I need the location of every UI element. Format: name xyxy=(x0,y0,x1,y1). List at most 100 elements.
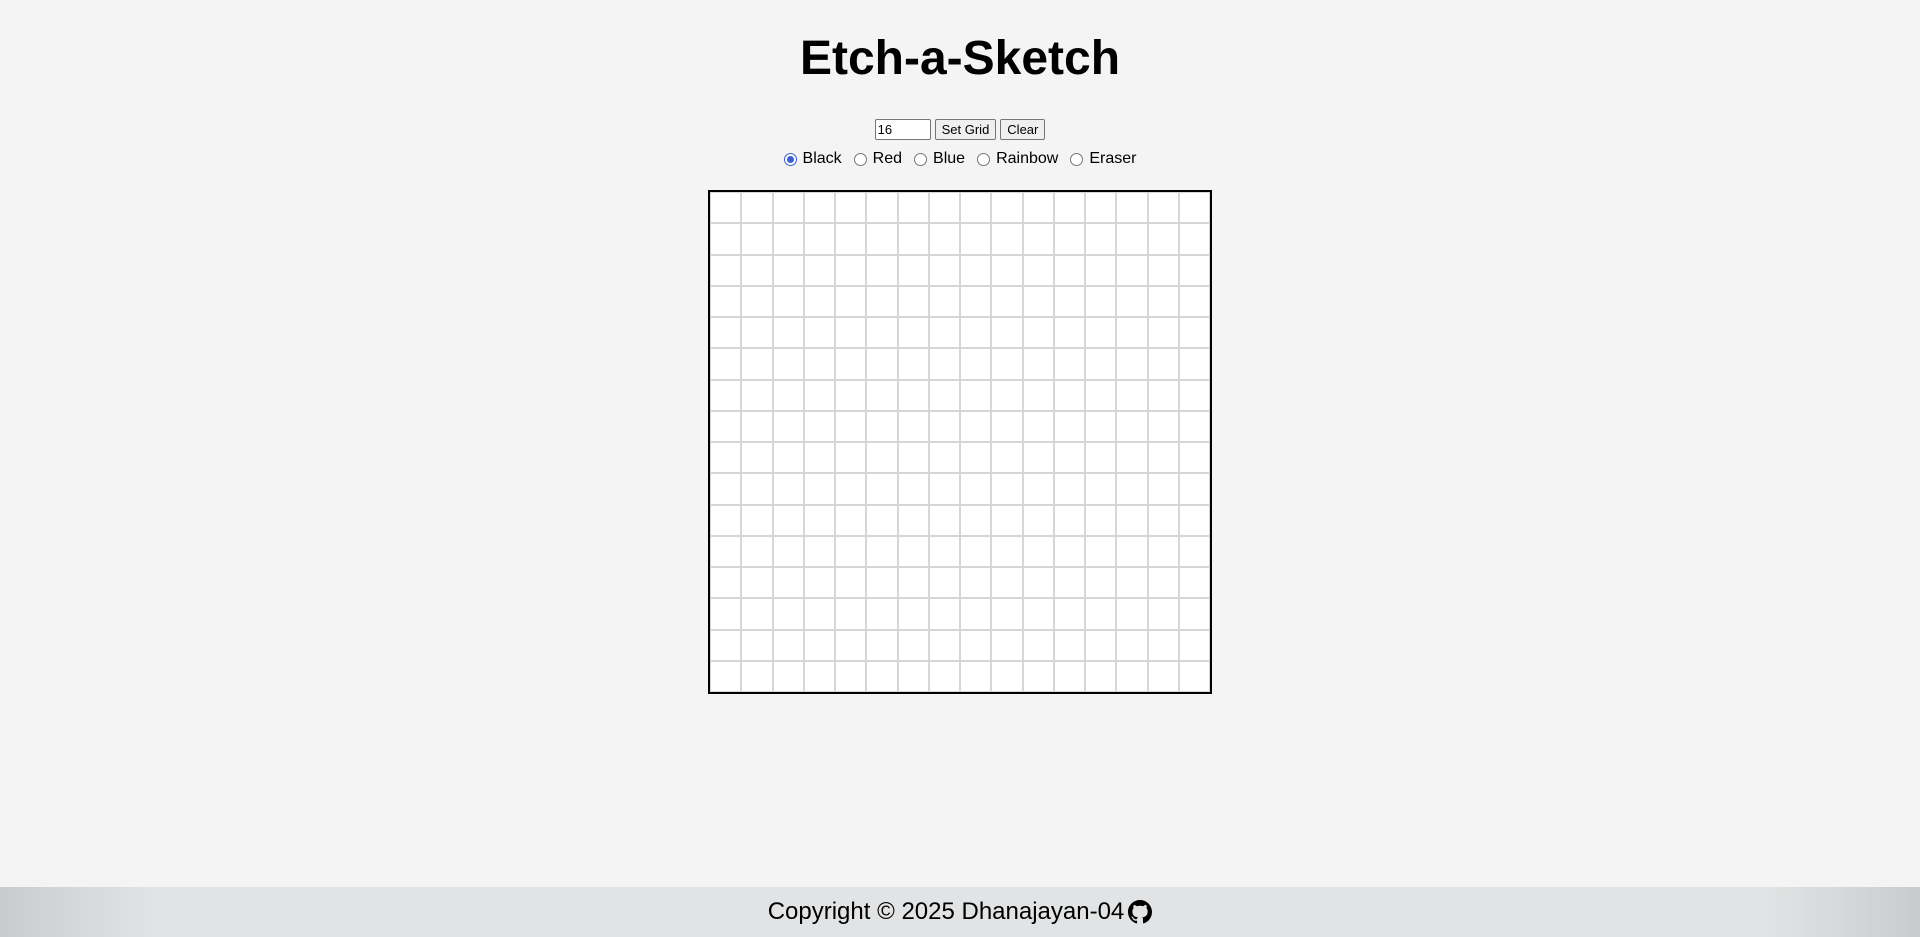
grid-cell[interactable] xyxy=(1053,410,1085,442)
grid-cell[interactable] xyxy=(960,598,992,630)
grid-cell[interactable] xyxy=(960,379,992,411)
grid-cell[interactable] xyxy=(866,504,898,536)
grid-cell[interactable] xyxy=(1178,629,1210,661)
grid-cell[interactable] xyxy=(928,442,960,474)
grid-cell[interactable] xyxy=(835,348,867,380)
mode-red[interactable]: Red xyxy=(850,150,906,168)
grid-cell[interactable] xyxy=(710,348,742,380)
radio-blue[interactable] xyxy=(914,152,928,166)
grid-cell[interactable] xyxy=(1178,192,1210,224)
grid-cell[interactable] xyxy=(1022,504,1054,536)
grid-cell[interactable] xyxy=(897,410,929,442)
grid-cell[interactable] xyxy=(897,254,929,286)
grid-cell[interactable] xyxy=(1022,379,1054,411)
grid-cell[interactable] xyxy=(928,348,960,380)
grid-cell[interactable] xyxy=(1178,223,1210,255)
mode-eraser[interactable]: Eraser xyxy=(1066,150,1140,168)
grid-cell[interactable] xyxy=(928,285,960,317)
grid-cell[interactable] xyxy=(1022,629,1054,661)
grid-cell[interactable] xyxy=(1116,442,1148,474)
grid-cell[interactable] xyxy=(897,223,929,255)
grid-cell[interactable] xyxy=(835,473,867,505)
grid-cell[interactable] xyxy=(1178,285,1210,317)
grid-cell[interactable] xyxy=(1085,223,1117,255)
grid-cell[interactable] xyxy=(928,379,960,411)
grid-cell[interactable] xyxy=(1178,473,1210,505)
grid-cell[interactable] xyxy=(835,192,867,224)
grid-cell[interactable] xyxy=(928,598,960,630)
grid-cell[interactable] xyxy=(741,285,773,317)
grid-cell[interactable] xyxy=(835,317,867,349)
grid-cell[interactable] xyxy=(803,598,835,630)
grid-cell[interactable] xyxy=(803,379,835,411)
grid-cell[interactable] xyxy=(1053,223,1085,255)
grid-cell[interactable] xyxy=(1147,442,1179,474)
grid-cell[interactable] xyxy=(835,379,867,411)
radio-red[interactable] xyxy=(853,152,867,166)
grid-cell[interactable] xyxy=(803,317,835,349)
grid-cell[interactable] xyxy=(897,629,929,661)
grid-cell[interactable] xyxy=(1147,285,1179,317)
grid-cell[interactable] xyxy=(741,254,773,286)
grid-cell[interactable] xyxy=(835,254,867,286)
grid-cell[interactable] xyxy=(1053,285,1085,317)
grid-cell[interactable] xyxy=(710,598,742,630)
grid-cell[interactable] xyxy=(1147,660,1179,692)
grid-cell[interactable] xyxy=(928,567,960,599)
grid-cell[interactable] xyxy=(1147,504,1179,536)
mode-eraser-label[interactable]: Eraser xyxy=(1089,150,1136,168)
grid-cell[interactable] xyxy=(1022,285,1054,317)
grid-cell[interactable] xyxy=(803,192,835,224)
grid-cell[interactable] xyxy=(1053,348,1085,380)
grid-cell[interactable] xyxy=(741,598,773,630)
grid-cell[interactable] xyxy=(928,473,960,505)
grid-cell[interactable] xyxy=(928,660,960,692)
grid-cell[interactable] xyxy=(1053,660,1085,692)
grid-cell[interactable] xyxy=(1178,379,1210,411)
grid-cell[interactable] xyxy=(1022,535,1054,567)
grid-cell[interactable] xyxy=(1178,504,1210,536)
grid-cell[interactable] xyxy=(960,285,992,317)
grid-cell[interactable] xyxy=(741,629,773,661)
grid-cell[interactable] xyxy=(1085,504,1117,536)
grid-cell[interactable] xyxy=(1147,379,1179,411)
grid-cell[interactable] xyxy=(803,223,835,255)
grid-cell[interactable] xyxy=(1147,567,1179,599)
grid-cell[interactable] xyxy=(710,254,742,286)
grid-cell[interactable] xyxy=(1147,535,1179,567)
grid-cell[interactable] xyxy=(897,442,929,474)
grid-cell[interactable] xyxy=(1053,598,1085,630)
grid-cell[interactable] xyxy=(1022,598,1054,630)
grid-cell[interactable] xyxy=(897,285,929,317)
grid-cell[interactable] xyxy=(835,535,867,567)
grid-cell[interactable] xyxy=(1085,442,1117,474)
grid-cell[interactable] xyxy=(960,535,992,567)
grid-cell[interactable] xyxy=(1053,504,1085,536)
grid-cell[interactable] xyxy=(772,254,804,286)
grid-cell[interactable] xyxy=(897,317,929,349)
grid-cell[interactable] xyxy=(1022,442,1054,474)
grid-cell[interactable] xyxy=(803,442,835,474)
grid-cell[interactable] xyxy=(835,567,867,599)
grid-cell[interactable] xyxy=(1116,598,1148,630)
grid-cell[interactable] xyxy=(1022,317,1054,349)
grid-cell[interactable] xyxy=(710,285,742,317)
set-grid-button[interactable]: Set Grid xyxy=(934,119,997,140)
grid-cell[interactable] xyxy=(897,504,929,536)
grid-cell[interactable] xyxy=(866,410,898,442)
grid-cell[interactable] xyxy=(772,598,804,630)
grid-cell[interactable] xyxy=(897,598,929,630)
grid-cell[interactable] xyxy=(1053,379,1085,411)
grid-cell[interactable] xyxy=(1147,317,1179,349)
grid-cell[interactable] xyxy=(960,504,992,536)
grid-cell[interactable] xyxy=(1147,348,1179,380)
grid-cell[interactable] xyxy=(803,535,835,567)
grid-cell[interactable] xyxy=(772,317,804,349)
radio-black[interactable] xyxy=(783,152,797,166)
grid-cell[interactable] xyxy=(1053,473,1085,505)
grid-cell[interactable] xyxy=(960,317,992,349)
grid-cell[interactable] xyxy=(866,629,898,661)
mode-black[interactable]: Black xyxy=(780,150,846,168)
grid-cell[interactable] xyxy=(1085,535,1117,567)
grid-cell[interactable] xyxy=(866,379,898,411)
